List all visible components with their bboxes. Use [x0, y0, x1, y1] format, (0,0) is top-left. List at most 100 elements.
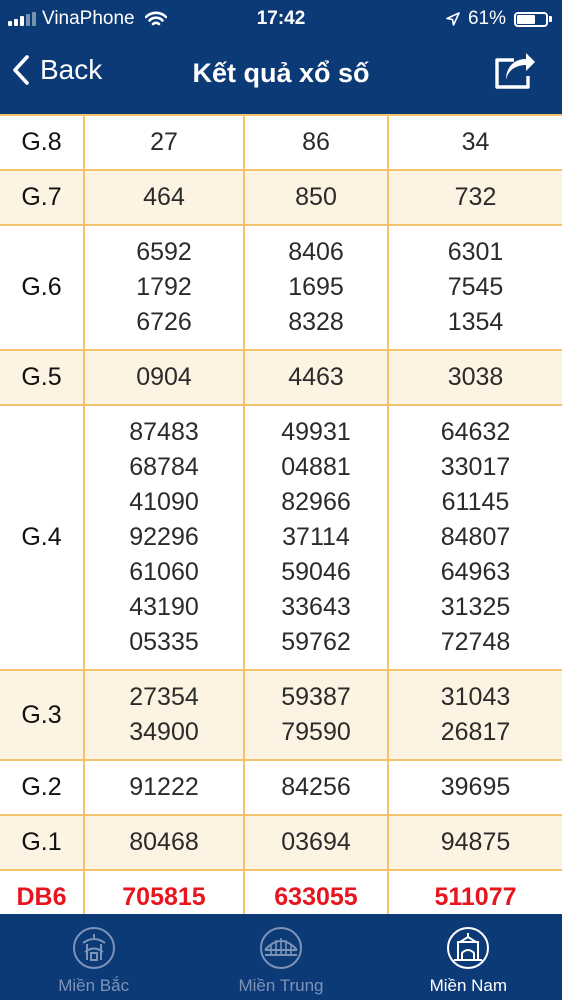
winning-number: 3038 — [447, 363, 504, 391]
winning-number: 59387 — [281, 683, 351, 711]
winning-number: 31043 — [440, 683, 511, 711]
location-arrow-icon — [446, 12, 460, 26]
province-1-numbers: 464 — [83, 169, 245, 226]
winning-number: 6726 — [136, 308, 192, 336]
pagoda-icon — [72, 927, 115, 969]
winning-number: 37114 — [282, 523, 350, 551]
page-title: Kết quả xổ số — [192, 58, 370, 88]
winning-number: 6301 — [447, 238, 504, 266]
winning-number: 705815 — [122, 883, 206, 911]
prize-label: G.1 — [0, 814, 85, 871]
province-3-numbers: 64632 33017 61145 84807 64963 31325 72748 — [387, 404, 562, 671]
province-3-numbers: 3038 — [387, 349, 562, 406]
province-3-numbers: 6301 7545 1354 — [387, 224, 562, 351]
winning-number: 91222 — [129, 773, 199, 801]
province-1-numbers: 705815 — [83, 869, 245, 914]
winning-number: 31325 — [440, 593, 511, 621]
tab-mien-nam[interactable]: Miền Nam — [375, 914, 562, 1000]
province-2-numbers: 8406 1695 8328 — [243, 224, 389, 351]
winning-number: 84256 — [281, 773, 351, 801]
results-grid: G.8 27 86 34 G.7 464 850 732 G.6 6592 1792 6726 8406… — [0, 114, 562, 914]
navigation-bar: Back Kết quả xổ số — [0, 38, 562, 114]
winning-number: 1792 — [136, 273, 192, 301]
province-1-numbers: 91222 — [83, 759, 245, 816]
results-row-db6: DB6 705815 633055 511077 — [0, 869, 562, 914]
top-bar: VinaPhone 17:42 61% Back Kết quả xổ số — [0, 0, 562, 114]
winning-number: 7545 — [447, 273, 504, 301]
share-icon — [495, 53, 535, 89]
winning-number: 84807 — [440, 523, 511, 551]
winning-number: 64632 — [440, 418, 511, 446]
province-3-numbers: 732 — [387, 169, 562, 226]
winning-number: 732 — [454, 183, 497, 211]
winning-number: 59762 — [281, 628, 351, 656]
winning-number: 1354 — [447, 308, 504, 336]
winning-number: 87483 — [129, 418, 199, 446]
prize-label: G.3 — [0, 669, 85, 761]
winning-number: 39695 — [440, 773, 511, 801]
province-2-numbers: 4463 — [243, 349, 389, 406]
winning-number: 33017 — [440, 453, 511, 481]
winning-number: 43190 — [129, 593, 199, 621]
winning-number: 27354 — [129, 683, 199, 711]
province-1-numbers: 80468 — [83, 814, 245, 871]
results-row-g5: G.5 0904 4463 3038 — [0, 349, 562, 406]
winning-number: 511077 — [434, 883, 517, 911]
results-row-g1: G.1 80468 03694 94875 — [0, 814, 562, 871]
winning-number: 79590 — [281, 718, 351, 746]
battery-icon — [514, 11, 552, 27]
winning-number: 1695 — [288, 273, 344, 301]
winning-number: 0904 — [136, 363, 192, 391]
province-2-numbers: 850 — [243, 169, 389, 226]
winning-number: 26817 — [440, 718, 511, 746]
winning-number: 94875 — [440, 828, 511, 856]
winning-number: 59046 — [281, 558, 351, 586]
winning-number: 61145 — [441, 488, 510, 516]
winning-number: 633055 — [274, 883, 358, 911]
winning-number: 82966 — [281, 488, 351, 516]
prize-label: G.8 — [0, 114, 85, 171]
winning-number: 464 — [143, 183, 185, 211]
results-row-g4: G.4 87483 68784 41090 92296 61060 43190 05335 49… — [0, 404, 562, 671]
lottery-results-table: G.8 27 86 34 G.7 464 850 732 G.6 6592 1792 6726 8406… — [0, 114, 562, 914]
tab-label: Miền Bắc — [58, 976, 130, 995]
winning-number: 72748 — [440, 628, 511, 656]
winning-number: 61060 — [129, 558, 199, 586]
province-1-numbers: 0904 — [83, 349, 245, 406]
winning-number: 4463 — [288, 363, 344, 391]
results-row-g8: G.8 27 86 34 — [0, 114, 562, 171]
share-button[interactable] — [492, 52, 536, 97]
tab-bar: Miền Bắc Miền Trung Miền Nam — [0, 914, 562, 1000]
province-1-numbers: 6592 1792 6726 — [83, 224, 245, 351]
winning-number: 64963 — [440, 558, 511, 586]
winning-number: 04881 — [281, 453, 351, 481]
tab-mien-trung[interactable]: Miền Trung — [187, 914, 374, 1000]
winning-number: 8406 — [288, 238, 344, 266]
province-1-numbers: 27354 34900 — [83, 669, 245, 761]
tab-label: Miền Nam — [429, 976, 508, 995]
winning-number: 49931 — [281, 418, 351, 446]
battery-percent: 61% — [467, 8, 506, 29]
winning-number: 68784 — [129, 453, 199, 481]
tab-label: Miền Trung — [238, 976, 324, 995]
results-row-g7: G.7 464 850 732 — [0, 169, 562, 226]
province-3-numbers: 31043 26817 — [387, 669, 562, 761]
prize-label: G.5 — [0, 349, 85, 406]
province-2-numbers: 84256 — [243, 759, 389, 816]
prize-label: G.6 — [0, 224, 85, 351]
province-1-numbers: 87483 68784 41090 92296 61060 43190 05335 — [83, 404, 245, 671]
tab-mien-bac[interactable]: Miền Bắc — [0, 914, 187, 1000]
winning-number: 34900 — [129, 718, 199, 746]
winning-number: 41090 — [129, 488, 199, 516]
winning-number: 92296 — [129, 523, 199, 551]
winning-number: 8328 — [288, 308, 344, 336]
province-3-numbers: 39695 — [387, 759, 562, 816]
winning-number: 86 — [302, 128, 330, 156]
bridge-icon — [259, 927, 302, 969]
prize-label: DB6 — [0, 869, 85, 914]
province-2-numbers: 59387 79590 — [243, 669, 389, 761]
winning-number: 05335 — [129, 628, 199, 656]
market-hall-icon — [447, 927, 490, 969]
winning-number: 03694 — [281, 828, 351, 856]
winning-number: 80468 — [129, 828, 199, 856]
